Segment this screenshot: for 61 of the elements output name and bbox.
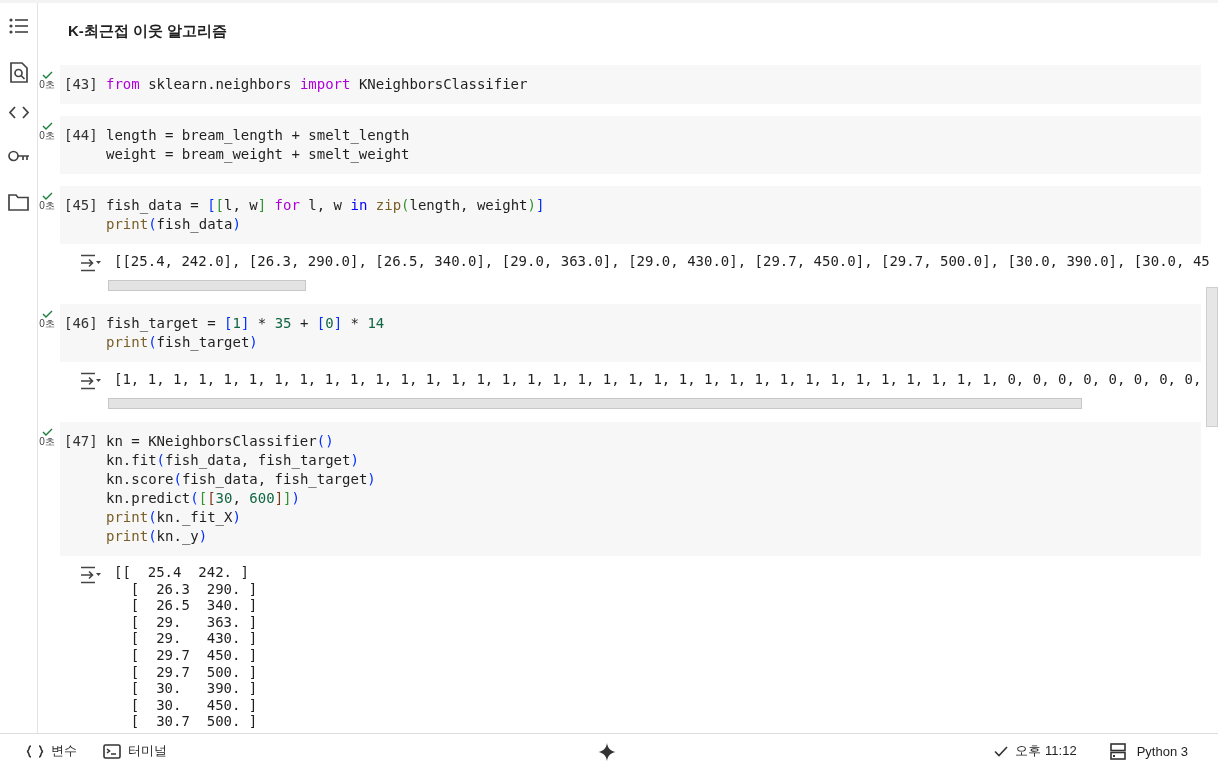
horizontal-scrollbar[interactable] [108, 280, 307, 291]
code-cell[interactable]: [43] from sklearn.neighbors import KNeighborsClassifier [60, 65, 1201, 104]
code-line: kn = KNeighborsClassifier() [106, 432, 334, 451]
run-duration: 0초 [39, 318, 55, 329]
code-line: kn.predict([[30, 600]]) [106, 489, 300, 508]
code-icon[interactable] [8, 106, 29, 119]
code-line: length = bream_length + smelt_length [106, 126, 410, 145]
output-line: [1, 1, 1, 1, 1, 1, 1, 1, 1, 1, 1, 1, 1, 1, 1, 1, 1, 1, 1, 1, 1, 1, 1, 1, 1, 1, 1, 1, 1, 1, 1, 1, 1, 1, 1, 0, 0, 0, 0, 0, 0, 0, 0, [114, 371, 1202, 387]
check-icon [994, 745, 1009, 757]
variables-button[interactable]: 변수 [26, 742, 77, 760]
execution-count: [43] [64, 76, 98, 92]
output-actions-icon[interactable] [80, 254, 102, 272]
run-duration: 0초 [39, 200, 55, 211]
section-heading: K-최근접 이웃 알고리즘 [68, 22, 228, 39]
code-line: kn.score(fish_data, fish_target) [106, 470, 376, 489]
execution-count: [44] [64, 127, 98, 143]
server-icon [1109, 742, 1126, 760]
output-line: [ 30. 450. ] [129, 696, 258, 713]
code-line: print(kn._y) [106, 527, 208, 546]
code-cell[interactable]: [47] kn = KNeighborsClassifier() kn.fit(fish_data, fish_target) kn.score(fish_data, fish_target) kn.predict([[30, 600]]) print(kn._fit_X) print(kn._y) [60, 422, 1201, 556]
code-cell[interactable]: [46] fish_target = [1] * 35 + [0] * 14 print(fish_target) [60, 304, 1201, 362]
sparkle-icon[interactable] [598, 743, 616, 761]
code-line: fish_data = [[l, w] for l, w in zip(length, weight)] [106, 196, 545, 215]
execution-count: [47] [64, 433, 98, 449]
output-line: [ 29. 430. ] [129, 630, 258, 647]
output-line: [[ 25.4 242. ] [114, 564, 249, 580]
run-duration: 0초 [39, 79, 55, 90]
terminal-icon [103, 743, 121, 759]
code-line: fish_target = [1] * 35 + [0] * 14 [106, 314, 385, 333]
output-line: [ 26.5 340. ] [129, 597, 258, 614]
run-duration: 0초 [39, 436, 55, 447]
key-icon[interactable] [7, 150, 30, 162]
output-line: [ 26.3 290. ] [129, 580, 258, 597]
output-actions-icon[interactable] [80, 566, 102, 584]
output-line: [ 29. 363. ] [129, 613, 258, 630]
runtime-button[interactable]: Python 3 [1136, 743, 1188, 759]
output-line: [ 30.7 500. ] [129, 713, 258, 730]
code-cell[interactable]: [45] fish_data = [[l, w] for l, w in zip(length, weight)] print(fish_data) [60, 186, 1201, 244]
document-search-icon[interactable] [9, 62, 28, 83]
output-line: [ 29.7 450. ] [129, 646, 258, 663]
code-line: from sklearn.neighbors import KNeighborsClassifier [106, 75, 528, 94]
status-time[interactable]: 오후 11:12 [1015, 742, 1077, 760]
code-line: print(kn._fit_X) [106, 508, 241, 527]
code-line: weight = bream_weight + smelt_weight [106, 145, 410, 164]
run-duration: 0초 [39, 130, 55, 141]
code-line: kn.fit(fish_data, fish_target) [106, 451, 359, 470]
execution-count: [45] [64, 197, 98, 213]
output-line: [ 29.7 500. ] [129, 663, 258, 680]
folder-icon[interactable] [8, 194, 29, 211]
output-line: [[25.4, 242.0], [26.3, 290.0], [26.5, 340.0], [29.0, 363.0], [29.0, 430.0], [29.7, 450.0], [29.7, 500.0], [30.0, 390.0], [30.0, 45 [114, 253, 1210, 269]
vertical-scrollbar[interactable] [1206, 287, 1218, 427]
braces-icon [26, 744, 44, 758]
code-line: print(fish_target) [106, 333, 258, 352]
code-line: print(fish_data) [106, 215, 241, 234]
table-of-contents-icon[interactable] [8, 18, 29, 34]
output-line: [ 30. 390. ] [129, 680, 258, 697]
terminal-button[interactable]: 터미널 [103, 742, 167, 760]
horizontal-scrollbar[interactable] [108, 398, 1083, 409]
execution-count: [46] [64, 315, 98, 331]
output-actions-icon[interactable] [80, 372, 102, 390]
code-cell[interactable]: [44] length = bream_length + smelt_length weight = bream_weight + smelt_weight [60, 116, 1201, 174]
